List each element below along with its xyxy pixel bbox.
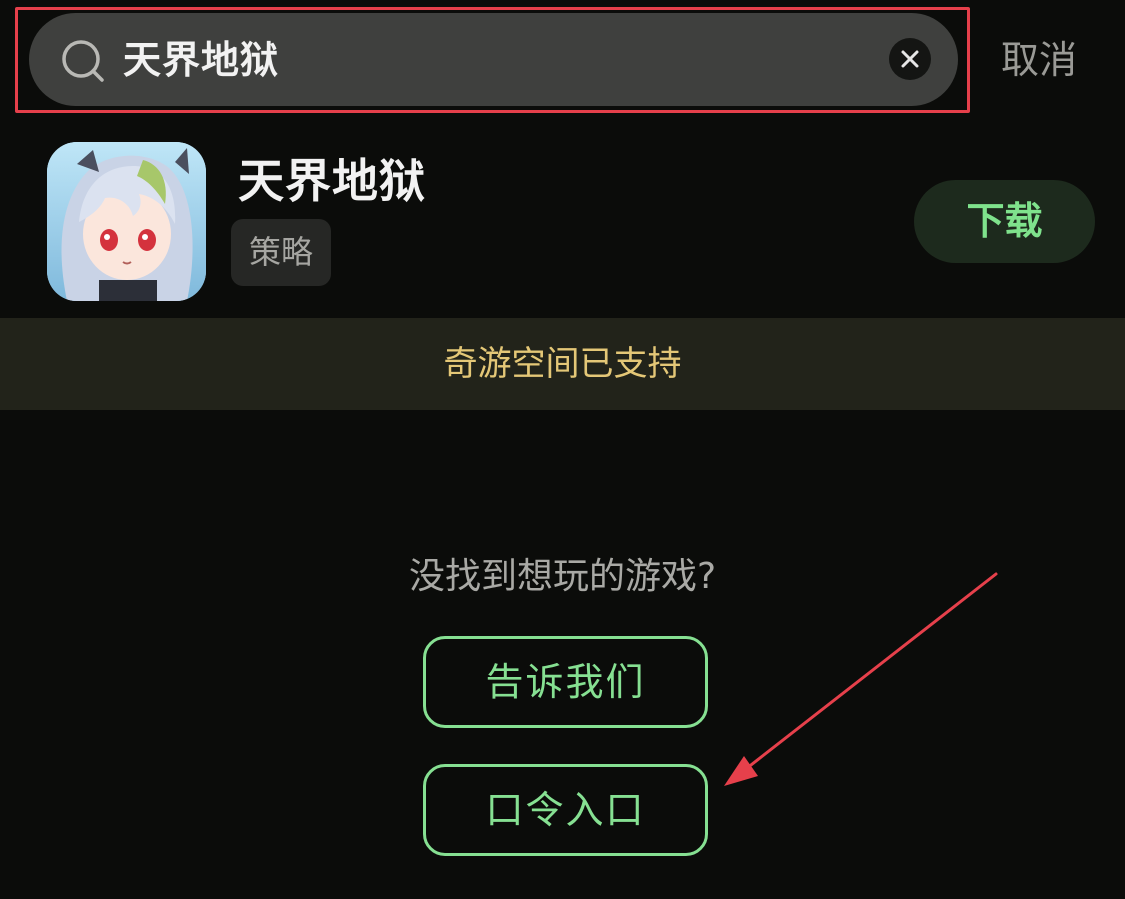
- anime-character-icon: [47, 142, 206, 301]
- game-title[interactable]: 天界地狱: [238, 151, 426, 211]
- annotation-highlight-box: [15, 7, 970, 113]
- download-button[interactable]: 下载: [914, 180, 1095, 263]
- cancel-button[interactable]: 取消: [1001, 34, 1077, 86]
- search-results-page: 天界地狱 取消 天界地狱 策略 下载 奇游空间已支持 没找到想玩的游戏? 告诉我…: [0, 0, 1125, 899]
- code-entry-button[interactable]: 口令入口: [423, 764, 708, 856]
- tell-us-button[interactable]: 告诉我们: [423, 636, 708, 728]
- not-found-prompt: 没找到想玩的游戏?: [408, 556, 717, 597]
- support-banner: 奇游空间已支持: [0, 318, 1125, 410]
- genre-tag: 策略: [231, 219, 331, 286]
- support-banner-text: 奇游空间已支持: [443, 344, 682, 384]
- game-icon[interactable]: [47, 142, 206, 301]
